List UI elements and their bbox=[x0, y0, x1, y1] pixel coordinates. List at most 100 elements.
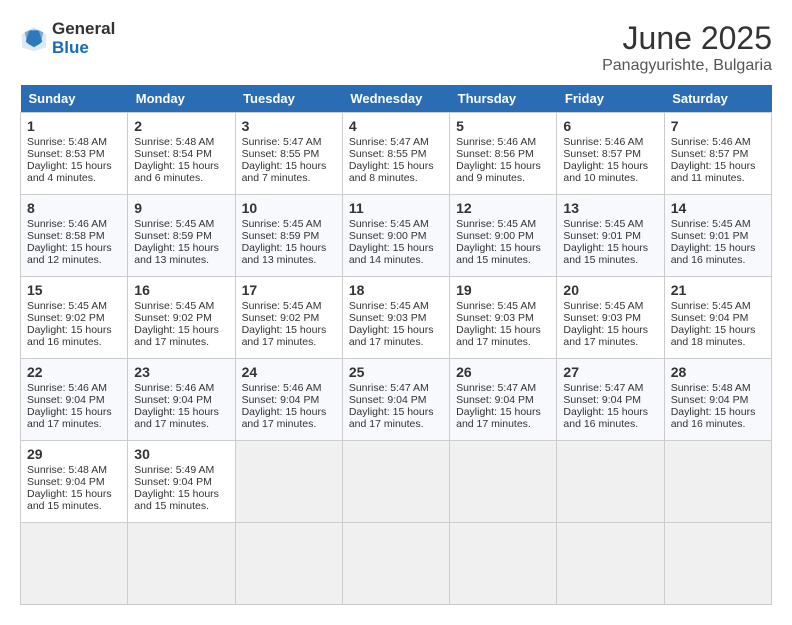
calendar-cell bbox=[450, 523, 557, 605]
day-number: 22 bbox=[27, 364, 121, 380]
calendar-cell: 27 Sunrise: 5:47 AM Sunset: 9:04 PM Dayl… bbox=[557, 359, 664, 441]
sunset-text: Sunset: 9:02 PM bbox=[242, 312, 320, 324]
sunrise-text: Sunrise: 5:48 AM bbox=[27, 464, 107, 476]
day-number: 29 bbox=[27, 446, 121, 462]
calendar-row: 1 Sunrise: 5:48 AM Sunset: 8:53 PM Dayli… bbox=[21, 113, 772, 195]
sunset-text: Sunset: 9:03 PM bbox=[456, 312, 534, 324]
calendar-cell: 20 Sunrise: 5:45 AM Sunset: 9:03 PM Dayl… bbox=[557, 277, 664, 359]
calendar-row: 22 Sunrise: 5:46 AM Sunset: 9:04 PM Dayl… bbox=[21, 359, 772, 441]
sunset-text: Sunset: 9:00 PM bbox=[349, 230, 427, 242]
logo-icon bbox=[20, 25, 48, 53]
location-subtitle: Panagyurishte, Bulgaria bbox=[602, 57, 772, 75]
calendar-cell: 18 Sunrise: 5:45 AM Sunset: 9:03 PM Dayl… bbox=[342, 277, 449, 359]
sunset-text: Sunset: 9:03 PM bbox=[349, 312, 427, 324]
daylight-text: Daylight: 15 hours and 13 minutes. bbox=[242, 242, 327, 266]
calendar-cell: 17 Sunrise: 5:45 AM Sunset: 9:02 PM Dayl… bbox=[235, 277, 342, 359]
day-number: 30 bbox=[134, 446, 228, 462]
header-friday: Friday bbox=[557, 85, 664, 113]
day-number: 14 bbox=[671, 200, 765, 216]
calendar-cell: 7 Sunrise: 5:46 AM Sunset: 8:57 PM Dayli… bbox=[664, 113, 771, 195]
days-header-row: Sunday Monday Tuesday Wednesday Thursday… bbox=[21, 85, 772, 113]
sunset-text: Sunset: 9:02 PM bbox=[134, 312, 212, 324]
day-number: 23 bbox=[134, 364, 228, 380]
sunset-text: Sunset: 8:53 PM bbox=[27, 148, 105, 160]
day-number: 13 bbox=[563, 200, 657, 216]
calendar-cell: 24 Sunrise: 5:46 AM Sunset: 9:04 PM Dayl… bbox=[235, 359, 342, 441]
sunset-text: Sunset: 9:04 PM bbox=[134, 476, 212, 488]
sunset-text: Sunset: 8:55 PM bbox=[349, 148, 427, 160]
sunrise-text: Sunrise: 5:48 AM bbox=[27, 136, 107, 148]
calendar-cell: 11 Sunrise: 5:45 AM Sunset: 9:00 PM Dayl… bbox=[342, 195, 449, 277]
sunrise-text: Sunrise: 5:45 AM bbox=[349, 218, 429, 230]
calendar-cell bbox=[235, 523, 342, 605]
daylight-text: Daylight: 15 hours and 17 minutes. bbox=[349, 324, 434, 348]
daylight-text: Daylight: 15 hours and 17 minutes. bbox=[242, 324, 327, 348]
sunset-text: Sunset: 9:01 PM bbox=[671, 230, 749, 242]
calendar-cell bbox=[557, 523, 664, 605]
header-tuesday: Tuesday bbox=[235, 85, 342, 113]
calendar-cell bbox=[128, 523, 235, 605]
day-number: 5 bbox=[456, 118, 550, 134]
day-number: 18 bbox=[349, 282, 443, 298]
calendar-cell: 10 Sunrise: 5:45 AM Sunset: 8:59 PM Dayl… bbox=[235, 195, 342, 277]
calendar-cell: 4 Sunrise: 5:47 AM Sunset: 8:55 PM Dayli… bbox=[342, 113, 449, 195]
sunrise-text: Sunrise: 5:45 AM bbox=[349, 300, 429, 312]
day-number: 21 bbox=[671, 282, 765, 298]
sunrise-text: Sunrise: 5:45 AM bbox=[671, 218, 751, 230]
sunset-text: Sunset: 8:57 PM bbox=[671, 148, 749, 160]
logo-text: General Blue bbox=[52, 20, 115, 57]
daylight-text: Daylight: 15 hours and 17 minutes. bbox=[456, 324, 541, 348]
header-saturday: Saturday bbox=[664, 85, 771, 113]
calendar-row: 15 Sunrise: 5:45 AM Sunset: 9:02 PM Dayl… bbox=[21, 277, 772, 359]
day-number: 25 bbox=[349, 364, 443, 380]
header-monday: Monday bbox=[128, 85, 235, 113]
calendar-cell: 22 Sunrise: 5:46 AM Sunset: 9:04 PM Dayl… bbox=[21, 359, 128, 441]
sunset-text: Sunset: 8:58 PM bbox=[27, 230, 105, 242]
calendar-table: Sunday Monday Tuesday Wednesday Thursday… bbox=[20, 85, 772, 605]
sunset-text: Sunset: 9:02 PM bbox=[27, 312, 105, 324]
daylight-text: Daylight: 15 hours and 10 minutes. bbox=[563, 160, 648, 184]
header-sunday: Sunday bbox=[21, 85, 128, 113]
day-number: 24 bbox=[242, 364, 336, 380]
sunset-text: Sunset: 8:56 PM bbox=[456, 148, 534, 160]
calendar-cell bbox=[21, 523, 128, 605]
day-number: 15 bbox=[27, 282, 121, 298]
calendar-cell: 30 Sunrise: 5:49 AM Sunset: 9:04 PM Dayl… bbox=[128, 441, 235, 523]
daylight-text: Daylight: 15 hours and 16 minutes. bbox=[27, 324, 112, 348]
title-section: June 2025 Panagyurishte, Bulgaria bbox=[602, 20, 772, 75]
sunrise-text: Sunrise: 5:48 AM bbox=[671, 382, 751, 394]
sunrise-text: Sunrise: 5:46 AM bbox=[27, 382, 107, 394]
sunrise-text: Sunrise: 5:46 AM bbox=[242, 382, 322, 394]
sunrise-text: Sunrise: 5:46 AM bbox=[563, 136, 643, 148]
calendar-cell: 8 Sunrise: 5:46 AM Sunset: 8:58 PM Dayli… bbox=[21, 195, 128, 277]
calendar-cell: 16 Sunrise: 5:45 AM Sunset: 9:02 PM Dayl… bbox=[128, 277, 235, 359]
daylight-text: Daylight: 15 hours and 16 minutes. bbox=[671, 242, 756, 266]
daylight-text: Daylight: 15 hours and 17 minutes. bbox=[349, 406, 434, 430]
sunrise-text: Sunrise: 5:45 AM bbox=[134, 300, 214, 312]
day-number: 3 bbox=[242, 118, 336, 134]
daylight-text: Daylight: 15 hours and 8 minutes. bbox=[349, 160, 434, 184]
sunset-text: Sunset: 9:04 PM bbox=[671, 312, 749, 324]
daylight-text: Daylight: 15 hours and 18 minutes. bbox=[671, 324, 756, 348]
sunrise-text: Sunrise: 5:46 AM bbox=[27, 218, 107, 230]
calendar-cell: 9 Sunrise: 5:45 AM Sunset: 8:59 PM Dayli… bbox=[128, 195, 235, 277]
day-number: 28 bbox=[671, 364, 765, 380]
daylight-text: Daylight: 15 hours and 7 minutes. bbox=[242, 160, 327, 184]
daylight-text: Daylight: 15 hours and 15 minutes. bbox=[563, 242, 648, 266]
daylight-text: Daylight: 15 hours and 11 minutes. bbox=[671, 160, 756, 184]
daylight-text: Daylight: 15 hours and 17 minutes. bbox=[134, 324, 219, 348]
month-year-title: June 2025 bbox=[602, 20, 772, 57]
daylight-text: Daylight: 15 hours and 12 minutes. bbox=[27, 242, 112, 266]
sunrise-text: Sunrise: 5:47 AM bbox=[242, 136, 322, 148]
sunrise-text: Sunrise: 5:45 AM bbox=[27, 300, 107, 312]
calendar-cell bbox=[557, 441, 664, 523]
logo: General Blue bbox=[20, 20, 115, 57]
day-number: 4 bbox=[349, 118, 443, 134]
calendar-cell: 19 Sunrise: 5:45 AM Sunset: 9:03 PM Dayl… bbox=[450, 277, 557, 359]
calendar-cell: 15 Sunrise: 5:45 AM Sunset: 9:02 PM Dayl… bbox=[21, 277, 128, 359]
sunset-text: Sunset: 9:03 PM bbox=[563, 312, 641, 324]
sunrise-text: Sunrise: 5:47 AM bbox=[349, 136, 429, 148]
sunset-text: Sunset: 9:04 PM bbox=[27, 476, 105, 488]
sunrise-text: Sunrise: 5:48 AM bbox=[134, 136, 214, 148]
daylight-text: Daylight: 15 hours and 16 minutes. bbox=[671, 406, 756, 430]
